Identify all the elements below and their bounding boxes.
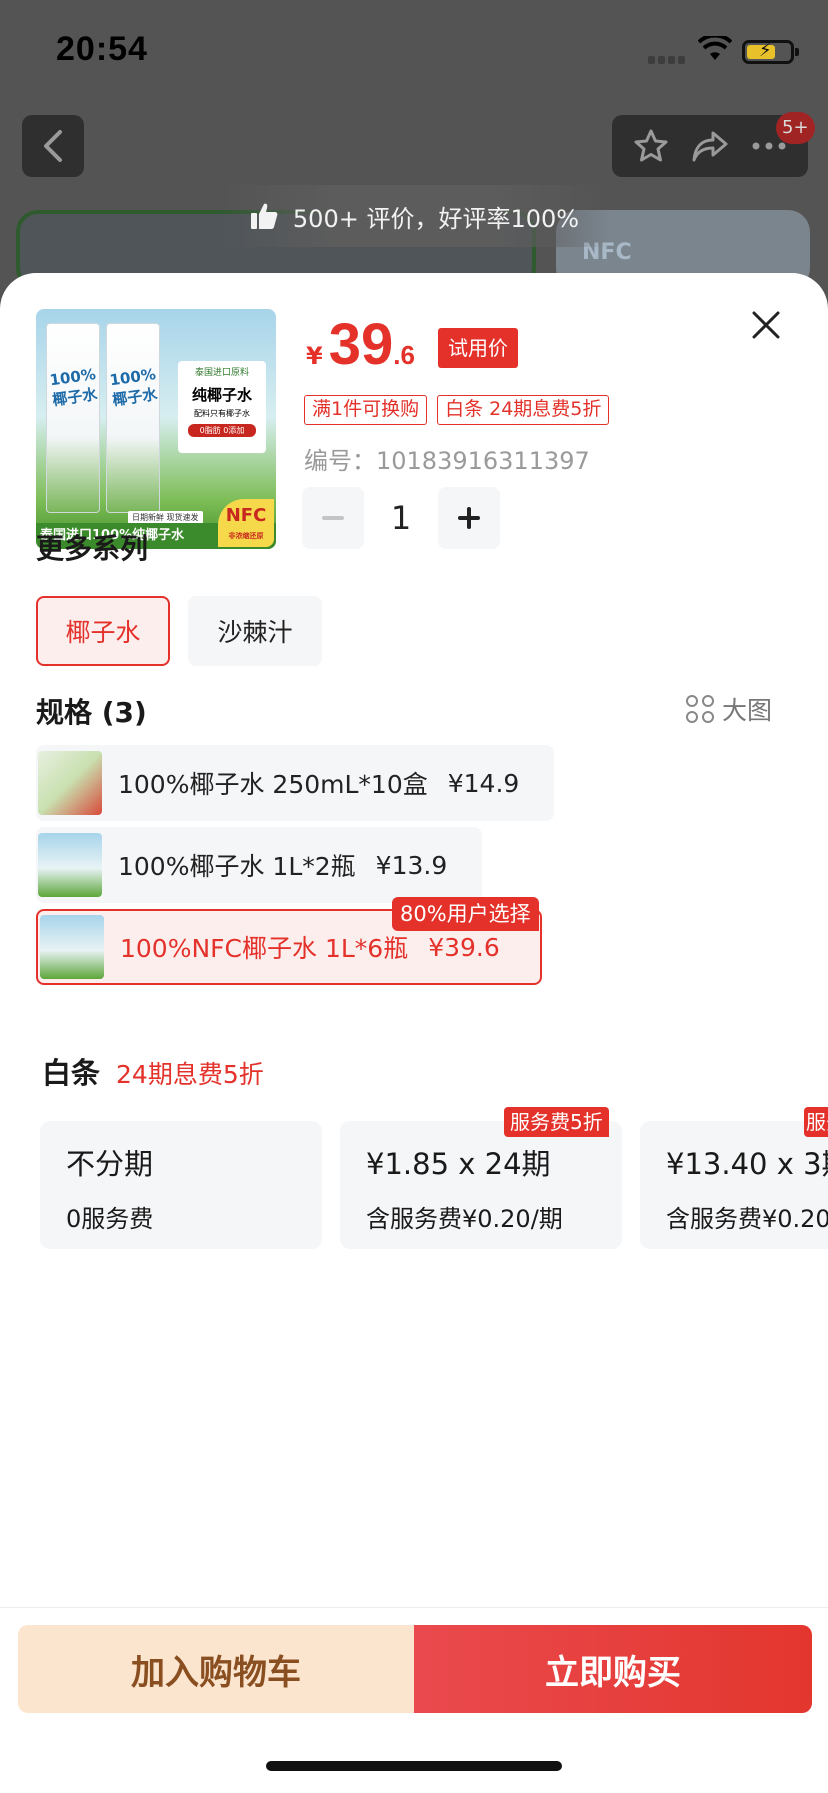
trial-price-tag: 试用价 xyxy=(438,328,518,368)
installment-plan-3[interactable]: ¥13.40 x 3期 含服务费¥0.20/期 xyxy=(640,1121,828,1249)
sku-label: 编号： xyxy=(304,447,376,475)
grid-icon xyxy=(686,695,714,723)
product-box-left: 100%椰子水 xyxy=(46,323,100,513)
review-text: 500+ 评价，好评率100% xyxy=(292,204,580,233)
box-text: 100%椰子水 xyxy=(108,365,159,410)
promo-tags: 满1件可换购 白条 24期息费5折 xyxy=(304,395,610,425)
price-currency: ¥ xyxy=(306,342,323,370)
installment-plan-24[interactable]: ¥1.85 x 24期 含服务费¥0.20/期 xyxy=(340,1121,622,1249)
spec-price: ¥14.9 xyxy=(447,768,520,798)
promo-tag-exchange[interactable]: 满1件可换购 xyxy=(304,395,428,425)
nfc-main: NFC xyxy=(225,505,267,526)
decrement-button[interactable] xyxy=(302,487,364,549)
quantity-value[interactable]: 1 xyxy=(364,499,438,537)
popular-choice-badge: 80%用户选择 xyxy=(392,897,539,931)
plus-icon xyxy=(458,507,480,529)
plan-amount: ¥1.85 x 24期 xyxy=(366,1147,551,1181)
buy-now-button[interactable]: 立即购买 xyxy=(414,1625,812,1713)
minus-icon xyxy=(322,516,344,520)
product-thumbnail[interactable]: 100%椰子水 100%椰子水 泰国进口原料 纯椰子水 配料只有椰子水 0脂肪 … xyxy=(36,309,276,549)
share-icon[interactable] xyxy=(691,129,729,163)
battery-icon: ⚡ xyxy=(742,40,799,64)
sku-value: 10183916311397 xyxy=(376,447,590,475)
plan-amount: ¥13.40 x 3期 xyxy=(666,1147,828,1181)
installment-header: 白条 24期息费5折 xyxy=(42,1050,264,1092)
status-bar: 20:54 ⚡ xyxy=(0,0,828,100)
quantity-stepper: 1 xyxy=(302,487,500,549)
promo-tag-installment[interactable]: 白条 24期息费5折 xyxy=(437,395,610,425)
message-badge: 5+ xyxy=(776,112,815,144)
nfc-sub: 非浓缩还原 xyxy=(228,532,264,540)
spec-price: ¥13.9 xyxy=(375,850,448,880)
spec-thumbnail xyxy=(38,751,102,815)
spec-option-2[interactable]: 100%椰子水 1L*2瓶 ¥13.9 xyxy=(36,827,482,903)
plan-fee: 含服务费¥0.20/期 xyxy=(666,1205,828,1233)
spec-name: 100%椰子水 250mL*10盒 xyxy=(118,770,428,799)
installment-title: 白条 xyxy=(42,1056,101,1090)
spec-thumbnail xyxy=(38,833,102,897)
series-option-seabuckthorn[interactable]: 沙棘汁 xyxy=(188,596,322,666)
review-summary[interactable]: 500+ 评价，好评率100% xyxy=(218,185,610,247)
plan-fee: 0服务费 xyxy=(66,1205,154,1233)
status-time: 20:54 xyxy=(56,30,148,68)
plan-amount: 不分期 xyxy=(66,1147,154,1181)
back-button[interactable] xyxy=(22,115,84,177)
close-icon xyxy=(752,311,780,339)
add-to-cart-button[interactable]: 加入购物车 xyxy=(18,1625,414,1713)
wifi-icon xyxy=(698,36,732,60)
card-origin: 泰国进口原料 xyxy=(194,368,249,378)
divider xyxy=(0,1607,828,1608)
spec-name: 100%NFC椰子水 1L*6瓶 xyxy=(120,934,409,963)
series-option-coconut[interactable]: 椰子水 xyxy=(36,596,170,666)
signal-icon xyxy=(648,54,688,64)
card-title: 纯椰子水 xyxy=(191,386,252,404)
series-title: 更多系列 xyxy=(36,532,149,565)
thumbs-up-icon xyxy=(250,203,278,229)
spec-option-1[interactable]: 100%椰子水 250mL*10盒 ¥14.9 xyxy=(36,745,554,821)
product-box-right: 100%椰子水 xyxy=(106,323,160,513)
nfc-badge: NFC 非浓缩还原 xyxy=(218,499,274,547)
price-decimal: .6 xyxy=(393,340,415,370)
price-integer: 39 xyxy=(328,312,394,377)
specs-title: 规格 (3) xyxy=(36,696,147,729)
chevron-left-icon xyxy=(44,130,62,162)
product-card: 泰国进口原料 纯椰子水 配料只有椰子水 0脂肪 0添加 xyxy=(178,361,266,453)
spec-thumbnail xyxy=(40,915,104,979)
more-icon[interactable] xyxy=(751,141,787,151)
sku-number: 编号：10183916311397 xyxy=(304,441,590,476)
home-indicator xyxy=(266,1761,562,1771)
installment-subtitle: 24期息费5折 xyxy=(116,1060,264,1089)
big-view-label: 大图 xyxy=(722,696,773,725)
plan-discount-badge: 服务费5折 xyxy=(804,1107,828,1137)
sku-selector-sheet: 100%椰子水 100%椰子水 泰国进口原料 纯椰子水 配料只有椰子水 0脂肪 … xyxy=(0,273,828,1793)
background-page: 20:54 ⚡ 5+ NFC 500+ 评价，好评率100% xyxy=(0,0,828,300)
card-sub: 配料只有椰子水 xyxy=(194,409,250,418)
plan-discount-badge: 服务费5折 xyxy=(504,1107,609,1137)
installment-plan-none[interactable]: 不分期 0服务费 xyxy=(40,1121,322,1249)
close-button[interactable] xyxy=(746,305,786,345)
spec-name: 100%椰子水 1L*2瓶 xyxy=(118,852,356,881)
spec-price: ¥39.6 xyxy=(428,932,500,962)
plan-fee: 含服务费¥0.20/期 xyxy=(366,1205,563,1233)
price: ¥ 39 .6 xyxy=(306,311,415,378)
box-text: 100%椰子水 xyxy=(48,365,99,410)
increment-button[interactable] xyxy=(438,487,500,549)
star-icon[interactable] xyxy=(633,128,669,164)
card-pill: 0脂肪 0添加 xyxy=(188,424,256,437)
big-view-toggle[interactable]: 大图 xyxy=(686,691,772,727)
